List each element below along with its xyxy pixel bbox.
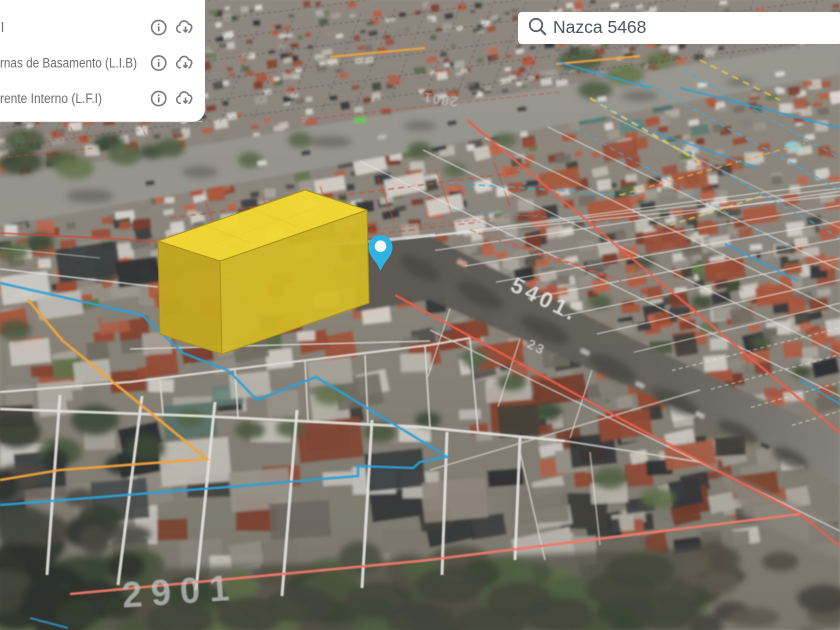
svg-text:l: l [1, 20, 4, 35]
svg-text:rente Interno (L.F.I): rente Interno (L.F.I) [0, 91, 102, 106]
svg-text:Nazca 5468: Nazca 5468 [553, 17, 646, 37]
svg-text:rnas de Basamento (L.I.B): rnas de Basamento (L.I.B) [0, 56, 137, 71]
svg-text:2901: 2901 [121, 567, 240, 616]
